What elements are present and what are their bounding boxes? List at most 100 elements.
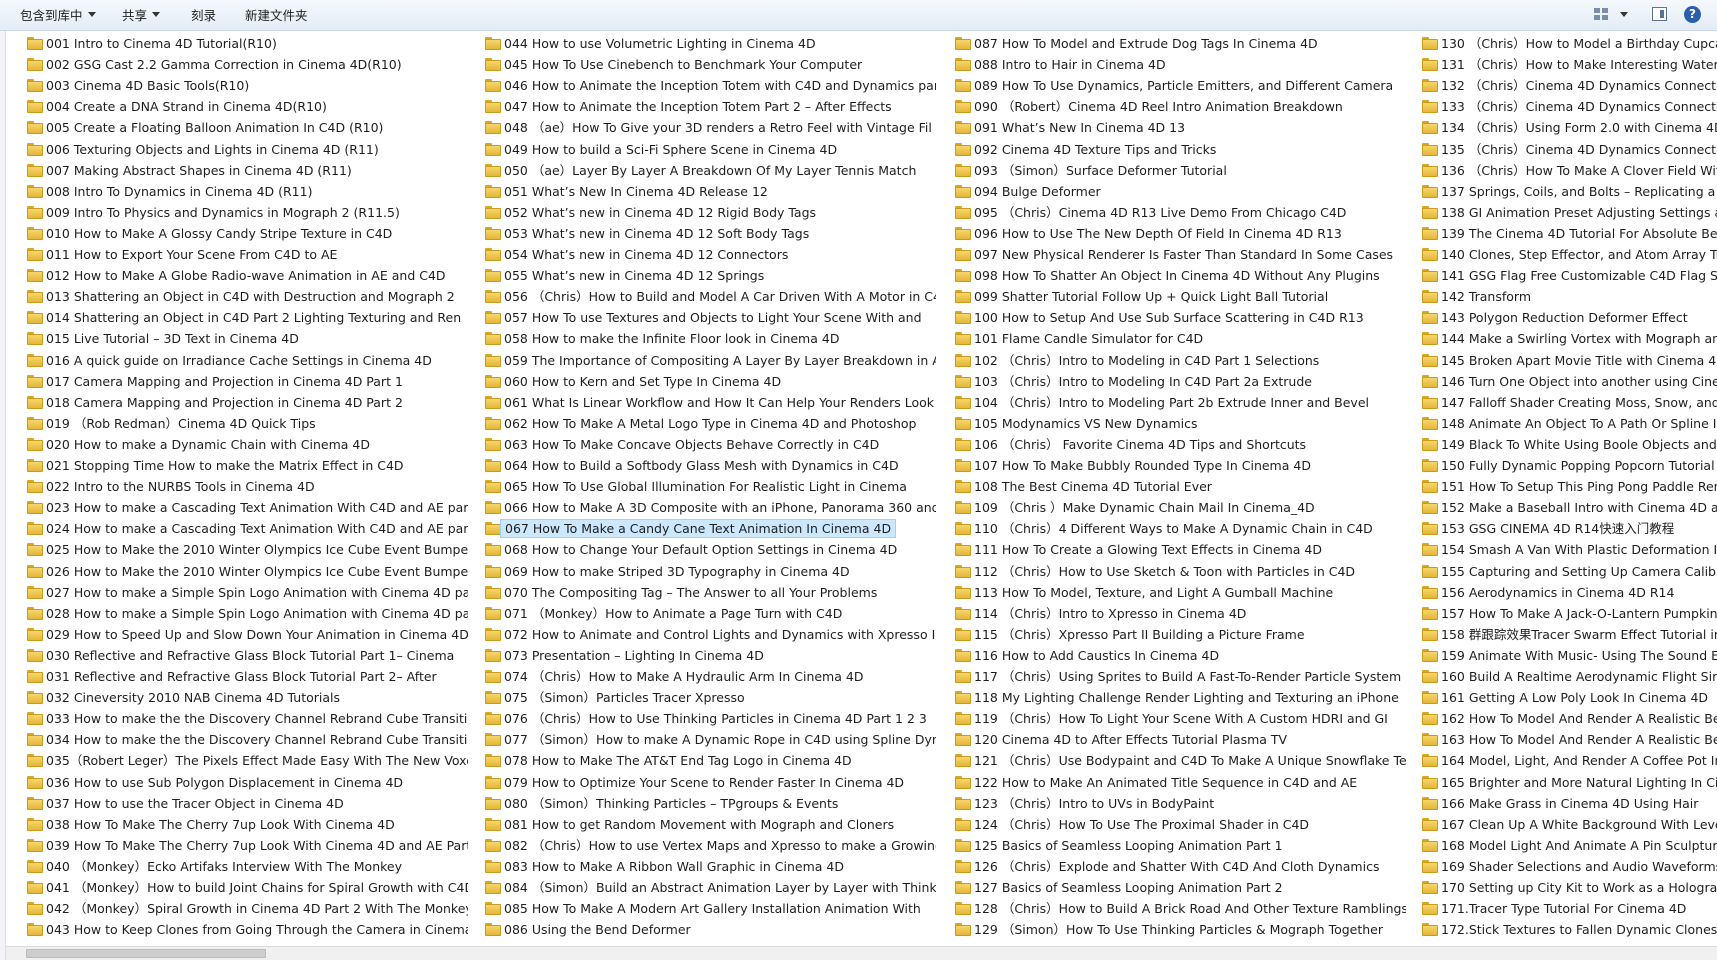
folder-item[interactable]: 138 GI Animation Preset Adjusting Settin…	[1418, 203, 1717, 223]
folder-item[interactable]: 127 Basics of Seamless Looping Animation…	[951, 878, 1406, 898]
folder-item[interactable]: 112 （Chris）How to Use Sketch & Toon with…	[951, 562, 1406, 582]
folder-item[interactable]: 006 Texturing Objects and Lights in Cine…	[23, 140, 468, 160]
folder-item[interactable]: 156 Aerodynamics in Cinema 4D R14	[1418, 583, 1717, 603]
folder-item[interactable]: 054 What’s new in Cinema 4D 12 Connector…	[481, 245, 936, 265]
folder-item[interactable]: 080 （Simon）Thinking Particles – TPgroups…	[481, 794, 936, 814]
folder-item[interactable]: 038 How To Make The Cherry 7up Look With…	[23, 815, 468, 835]
folder-item[interactable]: 161 Getting A Low Poly Look In Cinema 4D	[1418, 688, 1717, 708]
folder-item[interactable]: 004 Create a DNA Strand in Cinema 4D(R10…	[23, 97, 468, 117]
folder-item[interactable]: 155 Capturing and Setting Up Camera Cali…	[1418, 562, 1717, 582]
folder-item[interactable]: 147 Falloff Shader Creating Moss, Snow, …	[1418, 393, 1717, 413]
scrollbar-thumb[interactable]	[26, 949, 266, 958]
folder-item[interactable]: 053 What’s new in Cinema 4D 12 Soft Body…	[481, 224, 936, 244]
folder-item[interactable]: 103 （Chris）Intro to Modeling In C4D Part…	[951, 372, 1406, 392]
folder-item[interactable]: 032 Cineversity 2010 NAB Cinema 4D Tutor…	[23, 688, 468, 708]
folder-item[interactable]: 083 How to Make A Ribbon Wall Graphic in…	[481, 857, 936, 877]
folder-item[interactable]: 020 How to make a Dynamic Chain with Cin…	[23, 435, 468, 455]
folder-item[interactable]: 078 How to Make The AT&T End Tag Logo in…	[481, 751, 936, 771]
folder-item[interactable]: 125 Basics of Seamless Looping Animation…	[951, 836, 1406, 856]
folder-item[interactable]: 145 Broken Apart Movie Title with Cinema…	[1418, 351, 1717, 371]
folder-item[interactable]: 098 How To Shatter An Object In Cinema 4…	[951, 266, 1406, 286]
folder-item[interactable]: 094 Bulge Deformer	[951, 182, 1406, 202]
folder-item[interactable]: 139 The Cinema 4D Tutorial For Absolute …	[1418, 224, 1717, 244]
folder-item[interactable]: 036 How to use Sub Polygon Displacement …	[23, 773, 468, 793]
folder-item[interactable]: 165 Brighter and More Natural Lighting I…	[1418, 773, 1717, 793]
folder-item[interactable]: 043 How to Keep Clones from Going Throug…	[23, 920, 468, 940]
folder-item[interactable]: 168 Model Light And Animate A Pin Sculpt…	[1418, 836, 1717, 856]
folder-item[interactable]: 003 Cinema 4D Basic Tools(R10)	[23, 76, 468, 96]
folder-item[interactable]: 071 （Monkey）How to Animate a Page Turn w…	[481, 604, 936, 624]
folder-item[interactable]: 089 How To Use Dynamics, Particle Emitte…	[951, 76, 1406, 96]
folder-item[interactable]: 137 Springs, Coils, and Bolts – Replicat…	[1418, 182, 1717, 202]
burn-button[interactable]: 刻录	[191, 6, 216, 26]
folder-item[interactable]: 109 （Chris ）Make Dynamic Chain Mail In C…	[951, 498, 1406, 518]
folder-item[interactable]: 031 Reflective and Refractive Glass Bloc…	[23, 667, 468, 687]
folder-item[interactable]: 060 How to Kern and Set Type In Cinema 4…	[481, 372, 936, 392]
folder-item[interactable]: 079 How to Optimize Your Scene to Render…	[481, 773, 936, 793]
folder-item[interactable]: 122 How to Make An Animated Title Sequen…	[951, 773, 1406, 793]
folder-item[interactable]: 067 How To Make a Candy Cane Text Animat…	[481, 519, 936, 539]
folder-item[interactable]: 009 Intro To Physics and Dynamics in Mog…	[23, 203, 468, 223]
folder-item[interactable]: 167 Clean Up A White Background With Lev…	[1418, 815, 1717, 835]
folder-item[interactable]: 105 Modynamics VS New Dynamics	[951, 414, 1406, 434]
folder-item[interactable]: 143 Polygon Reduction Deformer Effect	[1418, 308, 1717, 328]
preview-pane-icon[interactable]	[1652, 7, 1667, 21]
folder-item[interactable]: 121 （Chris）Use Bodypaint and C4D To Make…	[951, 751, 1406, 771]
folder-item[interactable]: 162 How To Model And Render A Realistic …	[1418, 709, 1717, 729]
folder-item[interactable]: 086 Using the Bend Deformer	[481, 920, 936, 940]
folder-item[interactable]: 123 （Chris）Intro to UVs in BodyPaint	[951, 794, 1406, 814]
folder-item[interactable]: 068 How to Change Your Default Option Se…	[481, 540, 936, 560]
folder-item[interactable]: 170 Setting up City Kit to Work as a Hol…	[1418, 878, 1717, 898]
folder-item[interactable]: 039 How To Make The Cherry 7up Look With…	[23, 836, 468, 856]
folder-item[interactable]: 011 How to Export Your Scene From C4D to…	[23, 245, 468, 265]
folder-item[interactable]: 169 Shader Selections and Audio Waveform…	[1418, 857, 1717, 877]
folder-item[interactable]: 132 （Chris）Cinema 4D Dynamics Connector …	[1418, 76, 1717, 96]
folder-item[interactable]: 152 Make a Baseball Intro with Cinema 4D…	[1418, 498, 1717, 518]
folder-item[interactable]: 106 （Chris） Favorite Cinema 4D Tips and …	[951, 435, 1406, 455]
include-in-library-button[interactable]: 包含到库中	[20, 6, 96, 26]
folder-item[interactable]: 033 How to make the the Discovery Channe…	[23, 709, 468, 729]
folder-item[interactable]: 048 （ae）How To Give your 3D renders a Re…	[481, 118, 936, 138]
folder-item[interactable]: 166 Make Grass in Cinema 4D Using Hair	[1418, 794, 1717, 814]
folder-item[interactable]: 153 GSG CINEMA 4D R14快速入门教程	[1418, 519, 1717, 539]
folder-item[interactable]: 108 The Best Cinema 4D Tutorial Ever	[951, 477, 1406, 497]
folder-item[interactable]: 023 How to make a Cascading Text Animati…	[23, 498, 468, 518]
folder-item[interactable]: 082 （Chris）How to use Vertex Maps and Xp…	[481, 836, 936, 856]
folder-item[interactable]: 130 （Chris）How to Model a Birthday Cupca…	[1418, 34, 1717, 54]
view-dropdown-icon[interactable]	[1620, 12, 1628, 17]
folder-item[interactable]: 160 Build A Realtime Aerodynamic Flight …	[1418, 667, 1717, 687]
folder-item[interactable]: 129 （Simon）How To Use Thinking Particles…	[951, 920, 1406, 940]
folder-item[interactable]: 018 Camera Mapping and Projection in Cin…	[23, 393, 468, 413]
folder-item[interactable]: 046 How to Animate the Inception Totem w…	[481, 76, 936, 96]
folder-item[interactable]: 008 Intro To Dynamics in Cinema 4D (R11)	[23, 182, 468, 202]
folder-item[interactable]: 063 How To Make Concave Objects Behave C…	[481, 435, 936, 455]
folder-item[interactable]: 035（Robert Leger）The Pixels Effect Made …	[23, 751, 468, 771]
folder-item[interactable]: 151 How To Setup This Ping Pong Paddle R…	[1418, 477, 1717, 497]
folder-item[interactable]: 126 （Chris）Explode and Shatter With C4D …	[951, 857, 1406, 877]
folder-item[interactable]: 028 How to make a Simple Spin Logo Anima…	[23, 604, 468, 624]
folder-item[interactable]: 070 The Compositing Tag – The Answer to …	[481, 583, 936, 603]
folder-item[interactable]: 049 How to build a Sci-Fi Sphere Scene i…	[481, 140, 936, 160]
folder-item[interactable]: 010 How to Make A Glossy Candy Stripe Te…	[23, 224, 468, 244]
folder-item[interactable]: 026 How to Make the 2010 Winter Olympics…	[23, 562, 468, 582]
folder-item[interactable]: 144 Make a Swirling Vortex with Mograph …	[1418, 329, 1717, 349]
new-folder-button[interactable]: 新建文件夹	[245, 6, 308, 26]
folder-item[interactable]: 119 （Chris）How To Light Your Scene With …	[951, 709, 1406, 729]
folder-item[interactable]: 092 Cinema 4D Texture Tips and Tricks	[951, 140, 1406, 160]
folder-item[interactable]: 034 How to make the the Discovery Channe…	[23, 730, 468, 750]
folder-item[interactable]: 045 How To Use Cinebench to Benchmark Yo…	[481, 55, 936, 75]
folder-item[interactable]: 066 How to Make A 3D Composite with an i…	[481, 498, 936, 518]
folder-item[interactable]: 096 How to Use The New Depth Of Field In…	[951, 224, 1406, 244]
folder-item[interactable]: 061 What Is Linear Workflow and How It C…	[481, 393, 936, 413]
folder-item[interactable]: 163 How To Model And Render A Realistic …	[1418, 730, 1717, 750]
folder-item[interactable]: 059 The Importance of Compositing A Laye…	[481, 351, 936, 371]
folder-item[interactable]: 005 Create a Floating Balloon Animation …	[23, 118, 468, 138]
folder-item[interactable]: 091 What’s New In Cinema 4D 13	[951, 118, 1406, 138]
folder-item[interactable]: 110 （Chris）4 Different Ways to Make A Dy…	[951, 519, 1406, 539]
folder-item[interactable]: 100 How to Setup And Use Sub Surface Sca…	[951, 308, 1406, 328]
folder-item[interactable]: 021 Stopping Time How to make the Matrix…	[23, 456, 468, 476]
folder-item[interactable]: 050 （ae）Layer By Layer A Breakdown Of My…	[481, 161, 936, 181]
folder-item[interactable]: 081 How to get Random Movement with Mogr…	[481, 815, 936, 835]
folder-item[interactable]: 002 GSG Cast 2.2 Gamma Correction in Cin…	[23, 55, 468, 75]
folder-item[interactable]: 116 How to Add Caustics In Cinema 4D	[951, 646, 1406, 666]
